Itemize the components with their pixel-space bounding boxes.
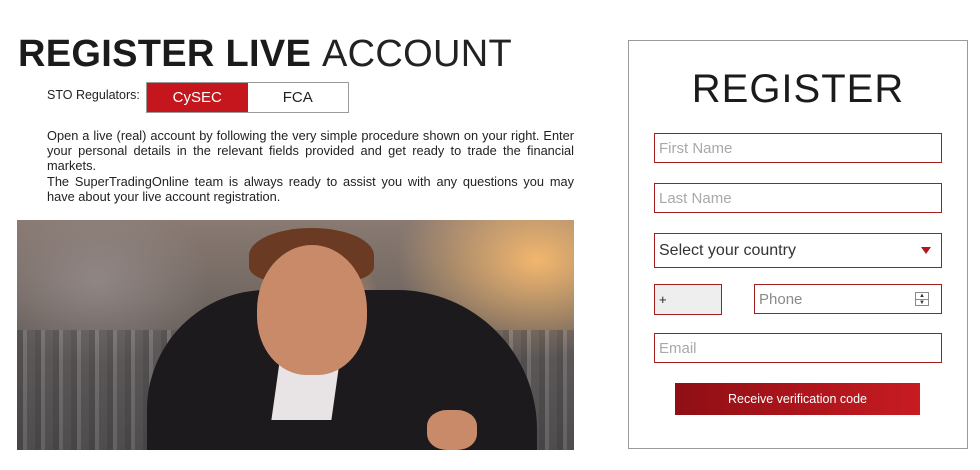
last-name-field[interactable]: Last Name xyxy=(654,183,942,213)
regulators-label: STO Regulators: xyxy=(47,88,140,102)
register-title: REGISTER xyxy=(691,67,905,111)
caret-down-icon xyxy=(921,247,931,254)
tab-fca[interactable]: FCA xyxy=(247,83,348,112)
phone-prefix-field[interactable]: + xyxy=(654,284,722,315)
spinner-down-icon[interactable]: ▼ xyxy=(916,299,928,306)
hero-hand xyxy=(427,410,477,450)
hero-face xyxy=(257,245,367,375)
page-title-light: ACCOUNT xyxy=(322,33,513,75)
intro-paragraph-2: The SuperTradingOnline team is always re… xyxy=(47,173,574,204)
intro-text: Open a live (real) account by following … xyxy=(47,128,574,204)
phone-field[interactable]: Phone ▲ ▼ xyxy=(754,284,942,314)
phone-placeholder: Phone xyxy=(759,290,803,308)
intro-paragraph-1: Open a live (real) account by following … xyxy=(47,128,574,174)
first-name-field[interactable]: First Name xyxy=(654,133,942,163)
page-title-bold: REGISTER LIVE xyxy=(18,33,312,75)
regulator-tabs: CySEC FCA xyxy=(146,82,349,113)
phone-prefix-value: + xyxy=(659,292,667,307)
receive-verification-code-button[interactable]: Receive verification code xyxy=(675,383,920,415)
email-placeholder: Email xyxy=(659,339,697,357)
hero-image xyxy=(17,220,574,450)
register-panel: REGISTER First Name Last Name Select you… xyxy=(628,40,968,449)
country-selected-value: Select your country xyxy=(659,241,796,259)
page-title: REGISTER LIVE ACCOUNT xyxy=(18,34,512,74)
spinner-icon[interactable]: ▲ ▼ xyxy=(915,292,929,306)
email-field[interactable]: Email xyxy=(654,333,942,363)
tab-cysec[interactable]: CySEC xyxy=(147,83,248,112)
last-name-placeholder: Last Name xyxy=(659,189,732,207)
country-select[interactable]: Select your country xyxy=(654,233,942,268)
first-name-placeholder: First Name xyxy=(659,139,733,157)
